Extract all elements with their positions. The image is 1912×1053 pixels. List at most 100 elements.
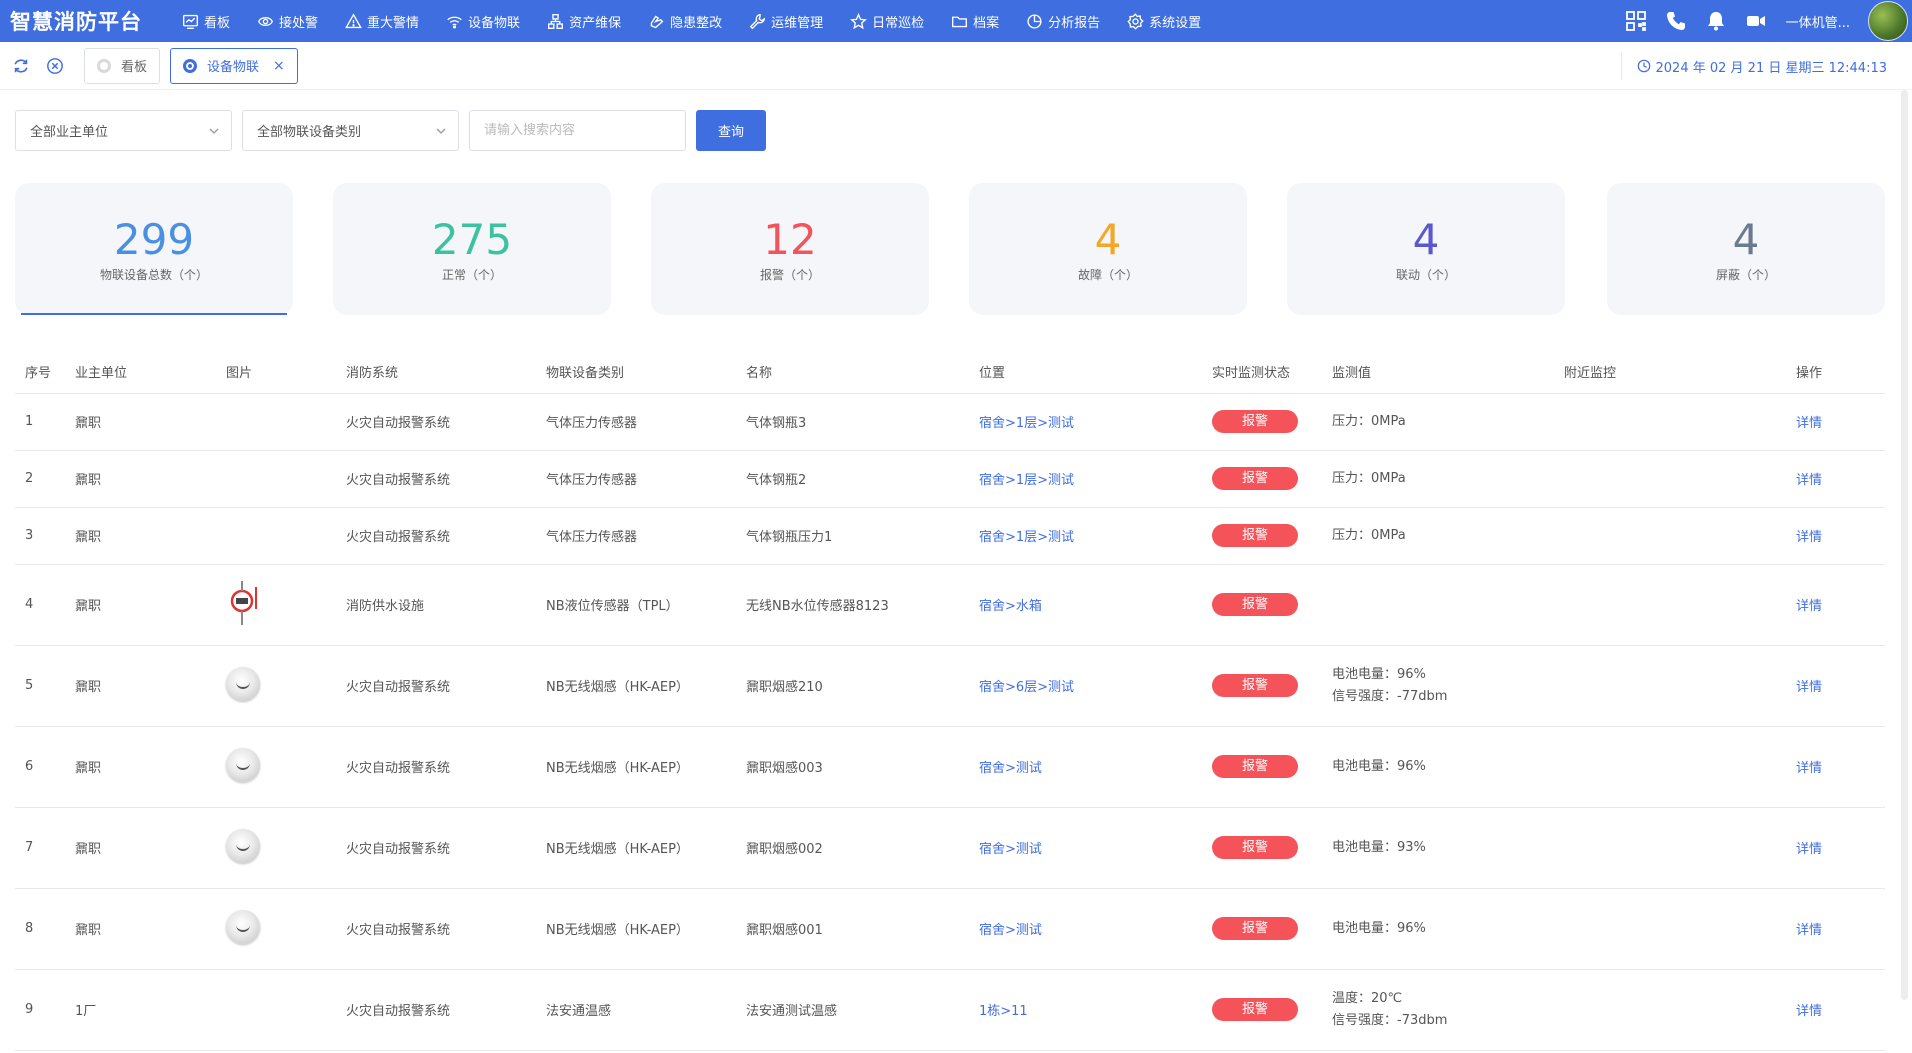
cell-nearby [1554,564,1786,646]
cell-name: 鼐职烟感001 [736,888,969,970]
stat-card-linkage[interactable]: 4 联动（个） [1287,183,1565,315]
owner-unit-select[interactable]: 全部业主单位 [15,110,232,151]
device-category-value: 全部物联设备类别 [257,125,362,140]
nav-item-hazard-rectification[interactable]: 隐患整改 [634,0,735,42]
clock-icon [1637,59,1650,73]
cell-image [216,969,336,1051]
user-name[interactable]: 一体机管... [1786,12,1850,31]
cell-owner: 鼐职 [65,507,216,565]
device-category-select[interactable]: 全部物联设备类别 [242,110,459,151]
detail-link[interactable]: 详情 [1786,450,1885,508]
nav-item-iot-devices[interactable]: 设备物联 [432,0,533,42]
phone-icon[interactable] [1662,7,1690,35]
close-all-icon[interactable] [44,55,66,77]
search-input[interactable] [469,110,686,151]
network-icon [546,12,564,30]
level-sensor-image[interactable] [226,579,262,627]
cell-name: 气体钢瓶2 [736,450,969,508]
cell-no: 7 [15,807,65,889]
cell-system: 火灾自动报警系统 [336,507,536,565]
detail-link[interactable]: 详情 [1786,888,1885,970]
status-badge: 报警 [1212,755,1298,778]
nav-item-ops-management[interactable]: 运维管理 [735,0,836,42]
cell-location-link[interactable]: 宿舍>水箱 [969,564,1202,646]
video-camera-icon[interactable] [1742,7,1770,35]
cell-no: 6 [15,726,65,808]
cell-location-link[interactable]: 1栋>11 [969,969,1202,1051]
hand-icon [647,12,665,30]
avatar[interactable] [1868,1,1908,41]
stat-label: 联动（个） [1395,267,1456,282]
stat-label: 正常（个） [441,267,502,282]
bell-icon[interactable] [1702,7,1730,35]
datetime-text: 2024 年 02 月 21 日 星期三 12:44:13 [1655,60,1887,76]
nav-label: 档案 [973,15,1000,31]
detail-link[interactable]: 详情 [1786,507,1885,565]
col-header: 实时监测状态 [1202,350,1322,394]
stat-card-fault[interactable]: 4 故障（个） [969,183,1247,315]
detail-link[interactable]: 详情 [1786,393,1885,451]
smoke-detector-image[interactable] [226,666,260,701]
nav-item-dashboard[interactable]: 看板 [168,0,243,42]
eye-icon [256,12,274,30]
cell-category: NB无线烟感（HK-AEP） [536,645,736,727]
col-header: 名称 [736,350,969,394]
smoke-detector-image[interactable] [226,828,260,863]
query-button[interactable]: 查询 [696,110,766,151]
detail-link[interactable]: 详情 [1786,645,1885,727]
detail-link[interactable]: 详情 [1786,969,1885,1051]
tab-label: 看板 [121,60,148,75]
stat-value: 4 [1094,214,1122,264]
stat-card-normal[interactable]: 275 正常（个） [333,183,611,315]
cell-category: 气体压力传感器 [536,393,736,451]
cell-nearby [1554,507,1786,565]
refresh-icon[interactable] [10,55,32,77]
table-row: 8 鼐职 火灾自动报警系统 NB无线烟感（HK-AEP） 鼐职烟感001 宿舍>… [15,888,1885,970]
stat-value: 299 [113,214,195,264]
detail-link[interactable]: 详情 [1786,726,1885,808]
cell-location-link[interactable]: 宿舍>6层>测试 [969,645,1202,727]
stat-value: 4 [1732,214,1760,264]
tab-close-icon[interactable]: × [273,58,285,74]
cell-nearby [1554,726,1786,808]
cell-location-link[interactable]: 宿舍>1层>测试 [969,450,1202,508]
col-header: 操作 [1786,350,1885,394]
nav-label: 资产维保 [569,15,622,31]
divider [1621,52,1622,80]
cell-monitor: 压力：0MPa [1322,507,1554,565]
qrcode-icon[interactable] [1622,7,1650,35]
nav-item-daily-patrol[interactable]: 日常巡检 [836,0,937,42]
cell-location-link[interactable]: 宿舍>测试 [969,807,1202,889]
gear-icon [1126,12,1144,30]
cell-nearby [1554,393,1786,451]
detail-link[interactable]: 详情 [1786,807,1885,889]
header-right: 一体机管... [1616,0,1912,42]
stat-card-alarm[interactable]: 12 报警（个） [651,183,929,315]
stat-card-total[interactable]: 299 物联设备总数（个） [15,183,293,315]
cell-owner: 鼐职 [65,726,216,808]
cell-category: 气体压力传感器 [536,507,736,565]
cell-system: 消防供水设施 [336,564,536,646]
cell-location-link[interactable]: 宿舍>1层>测试 [969,507,1202,565]
tab-iot-devices[interactable]: 设备物联 × [170,47,298,84]
cell-location-link[interactable]: 宿舍>测试 [969,888,1202,970]
tab-dashboard[interactable]: 看板 [84,47,161,84]
nav-item-asset-maintenance[interactable]: 资产维保 [533,0,634,42]
nav-item-major-alerts[interactable]: 重大警情 [331,0,432,42]
nav-item-analysis-report[interactable]: 分析报告 [1012,0,1113,42]
nav-item-archives[interactable]: 档案 [937,0,1012,42]
nav-label: 看板 [204,15,231,31]
stat-label: 故障（个） [1077,267,1138,282]
page-scrollbar[interactable] [1901,90,1908,1000]
smoke-detector-image[interactable] [226,747,260,782]
nav-item-system-settings[interactable]: 系统设置 [1113,0,1214,42]
cell-category: 法安通温感 [536,969,736,1051]
folder-icon [950,12,968,30]
stat-card-shielded[interactable]: 4 屏蔽（个） [1607,183,1885,315]
table-header-row: 序号 业主单位 图片 消防系统 物联设备类别 名称 位置 实时监测状态 监测值 … [15,350,1885,394]
cell-location-link[interactable]: 宿舍>测试 [969,726,1202,808]
detail-link[interactable]: 详情 [1786,564,1885,646]
nav-item-alarm-handling[interactable]: 接处警 [243,0,331,42]
cell-location-link[interactable]: 宿舍>1层>测试 [969,393,1202,451]
smoke-detector-image[interactable] [226,909,260,944]
